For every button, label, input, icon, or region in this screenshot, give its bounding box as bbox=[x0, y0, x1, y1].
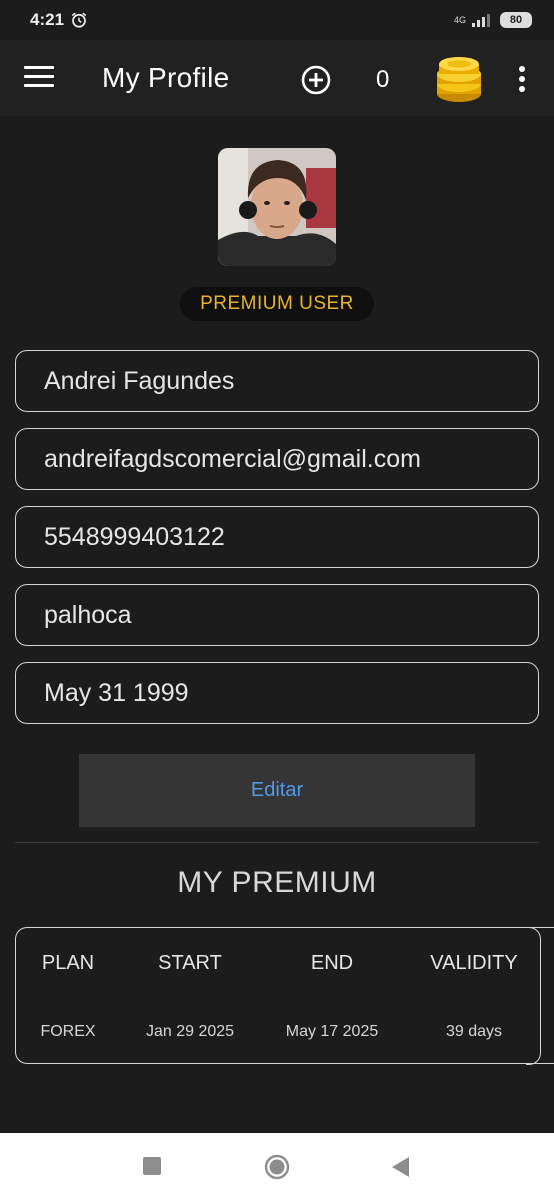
status-time: 4:21 bbox=[30, 10, 65, 29]
battery-icon: 80 bbox=[500, 12, 532, 28]
network-label: 4G bbox=[453, 15, 466, 25]
nav-back-icon[interactable] bbox=[390, 1156, 410, 1178]
nav-recents-icon[interactable] bbox=[143, 1157, 161, 1175]
coin-count: 0 bbox=[376, 66, 390, 93]
cell-start: Jan 29 2025 bbox=[145, 1023, 235, 1040]
divider bbox=[15, 842, 539, 843]
system-nav-bar bbox=[0, 1133, 554, 1200]
status-icons: 4G 80 bbox=[454, 12, 532, 28]
email-field[interactable]: andreifagdscomercial@gmail.com bbox=[15, 428, 539, 490]
coins-icon[interactable] bbox=[432, 54, 486, 104]
more-vert-icon[interactable] bbox=[516, 66, 528, 94]
status-bar: 4:21 4G 80 bbox=[0, 0, 554, 40]
column-header-validity: VALIDITY bbox=[430, 952, 518, 974]
edit-button[interactable]: Editar bbox=[79, 754, 475, 827]
phone-field[interactable]: 5548999403122 bbox=[15, 506, 539, 568]
premium-table: PLAN START END VALIDITY FOREX Jan 29 202… bbox=[15, 926, 554, 1065]
nav-home-icon[interactable] bbox=[264, 1154, 290, 1180]
column-header-start: START bbox=[158, 952, 222, 974]
menu-icon[interactable] bbox=[24, 66, 54, 90]
premium-section-title: MY PREMIUM bbox=[177, 866, 377, 899]
premium-badge: PREMIUM USER bbox=[180, 287, 374, 321]
city-field[interactable]: palhoca bbox=[15, 584, 539, 646]
avatar[interactable] bbox=[218, 148, 336, 266]
app-bar: My Profile 0 bbox=[0, 40, 554, 116]
alarm-icon bbox=[71, 12, 87, 28]
cell-validity: 39 days bbox=[445, 1023, 503, 1040]
signal-icon bbox=[472, 14, 490, 27]
column-header-plan: PLAN bbox=[41, 952, 95, 974]
cell-end: May 17 2025 bbox=[285, 1023, 379, 1040]
column-header-end: END bbox=[310, 952, 354, 974]
cell-plan: FOREX bbox=[40, 1023, 96, 1040]
name-field[interactable]: Andrei Fagundes bbox=[15, 350, 539, 412]
birthdate-field[interactable]: May 31 1999 bbox=[15, 662, 539, 724]
page-title: My Profile bbox=[102, 62, 230, 93]
add-circle-icon[interactable] bbox=[300, 64, 332, 96]
